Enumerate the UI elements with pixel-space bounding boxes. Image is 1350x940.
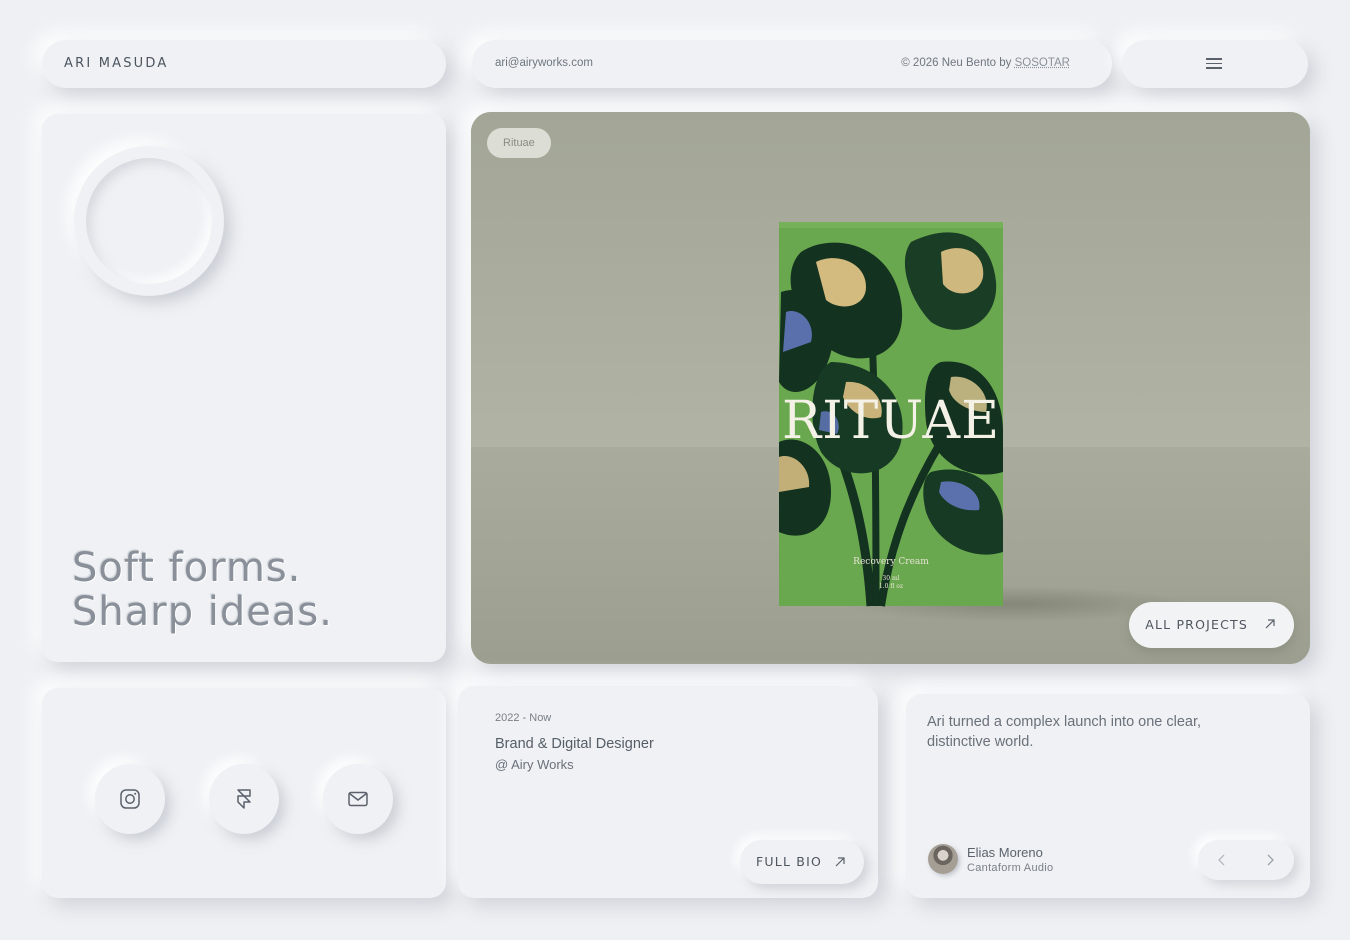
product-brand-text: RITUAE <box>782 391 1000 451</box>
chevron-left-icon <box>1218 854 1225 866</box>
menu-card <box>1122 40 1308 88</box>
testimonial-card: Ari turned a complex launch into one cle… <box>906 694 1310 898</box>
name-card: ARI MASUDA <box>42 40 446 88</box>
carousel-nav <box>1198 840 1294 880</box>
bio-period: 2022 - Now <box>495 712 552 724</box>
testimonial-organization: Cantaform Audio <box>967 862 1054 874</box>
full-bio-label: FULL BIO <box>756 854 822 869</box>
project-photo: RITUAE Recovery Cream 30 ml 1.0 fl oz <box>471 112 1310 664</box>
previous-button[interactable] <box>1198 840 1246 880</box>
product-size-text-1: 30 ml <box>882 575 899 582</box>
chevron-right-icon <box>1267 854 1274 866</box>
testimonial-quote: Ari turned a complex launch into one cle… <box>927 714 1202 750</box>
product-size-text-2: 1.0 fl oz <box>879 583 903 590</box>
full-bio-button[interactable]: FULL BIO <box>740 840 864 884</box>
contact-bar: ari@airyworks.com © 2026 Neu Bento by SO… <box>472 40 1112 88</box>
intro-card: Soft forms. Sharp ideas. <box>42 114 446 662</box>
featured-project-card[interactable]: RITUAE Recovery Cream 30 ml 1.0 fl oz Ri… <box>471 112 1310 664</box>
credit-link[interactable]: SOSOTAR <box>1015 57 1070 69</box>
framer-icon <box>237 789 251 809</box>
bio-role: Brand & Digital Designer <box>495 736 654 752</box>
product-name-text: Recovery Cream <box>853 557 929 567</box>
avatar <box>928 844 958 874</box>
decorative-ring <box>74 146 224 296</box>
tagline: Soft forms. Sharp ideas. <box>72 546 333 634</box>
framer-button[interactable] <box>209 764 279 834</box>
bio-card: 2022 - Now Brand & Digital Designer @ Ai… <box>458 686 878 898</box>
testimonial-author: Elias Moreno <box>967 845 1043 860</box>
menu-icon[interactable] <box>1204 55 1224 73</box>
project-tag: Rituae <box>487 128 551 158</box>
tagline-line-1: Soft forms. <box>72 545 302 591</box>
mail-icon <box>348 791 368 807</box>
instagram-button[interactable] <box>95 764 165 834</box>
arrow-up-right-icon <box>835 857 845 867</box>
social-links-card <box>42 688 446 898</box>
next-button[interactable] <box>1246 840 1294 880</box>
all-projects-label: ALL PROJECTS <box>1145 617 1248 632</box>
credit-text: © 2026 Neu Bento by SOSOTAR <box>901 57 1070 69</box>
credit-prefix: © 2026 Neu Bento by <box>901 57 1012 69</box>
tagline-line-2: Sharp ideas. <box>72 589 333 635</box>
instagram-icon <box>120 789 140 809</box>
bio-company: @ Airy Works <box>495 757 574 772</box>
all-projects-button[interactable]: ALL PROJECTS <box>1129 602 1294 648</box>
email-link[interactable]: ari@airyworks.com <box>495 57 593 69</box>
mail-button[interactable] <box>323 764 393 834</box>
site-name[interactable]: ARI MASUDA <box>64 56 168 71</box>
arrow-up-right-icon <box>1265 619 1275 629</box>
